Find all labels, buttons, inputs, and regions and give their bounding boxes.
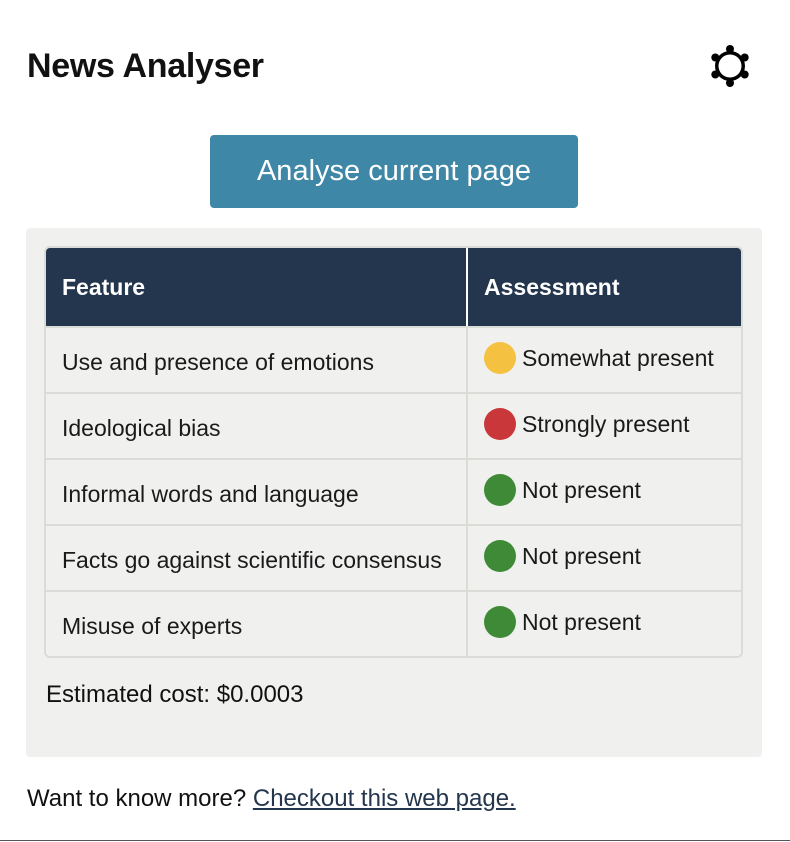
feature-cell: Ideological bias bbox=[46, 392, 468, 458]
gear-icon bbox=[708, 44, 752, 91]
status-dot-green bbox=[484, 540, 516, 572]
table-row: Use and presence of emotions Somewhat pr… bbox=[46, 326, 741, 392]
assessment-label: Not present bbox=[522, 476, 641, 503]
analyse-current-page-button[interactable]: Analyse current page bbox=[210, 135, 578, 208]
column-header-assessment: Assessment bbox=[468, 248, 741, 326]
status-dot-yellow bbox=[484, 342, 516, 374]
feature-cell: Use and presence of emotions bbox=[46, 326, 468, 392]
assessment-cell: Not present bbox=[468, 458, 741, 524]
column-header-feature: Feature bbox=[46, 248, 468, 326]
footer-prompt: Want to know more? bbox=[27, 785, 247, 812]
table-row: Misuse of experts Not present bbox=[46, 590, 741, 656]
status-dot-red bbox=[484, 408, 516, 440]
app-title: News Analyser bbox=[27, 47, 264, 85]
bottom-divider bbox=[0, 840, 790, 841]
table-row: Ideological bias Strongly present bbox=[46, 392, 741, 458]
footer: Want to know more? Checkout this web pag… bbox=[27, 785, 516, 813]
status-dot-green bbox=[484, 474, 516, 506]
news-analyser-popup: News Analyser Analyse current page Featu… bbox=[0, 0, 790, 842]
table-header-row: Feature Assessment bbox=[46, 248, 741, 326]
assessment-label: Not present bbox=[522, 608, 641, 635]
feature-cell: Informal words and language bbox=[46, 458, 468, 524]
status-dot-green bbox=[484, 606, 516, 638]
assessment-label: Strongly present bbox=[522, 410, 690, 437]
learn-more-link[interactable]: Checkout this web page. bbox=[253, 785, 516, 812]
assessment-label: Somewhat present bbox=[522, 344, 714, 371]
assessment-label: Not present bbox=[522, 542, 641, 569]
assessment-cell: Not present bbox=[468, 590, 741, 656]
table-row: Informal words and language Not present bbox=[46, 458, 741, 524]
assessment-cell: Not present bbox=[468, 524, 741, 590]
table-row: Facts go against scientific consensus No… bbox=[46, 524, 741, 590]
feature-cell: Facts go against scientific consensus bbox=[46, 524, 468, 590]
header: News Analyser bbox=[27, 44, 757, 94]
assessment-cell: Strongly present bbox=[468, 392, 741, 458]
settings-button[interactable] bbox=[707, 44, 753, 90]
estimated-cost: Estimated cost: $0.0003 bbox=[46, 681, 304, 708]
assessment-table: Feature Assessment Use and presence of e… bbox=[44, 246, 743, 658]
results-panel: Feature Assessment Use and presence of e… bbox=[26, 228, 762, 757]
feature-cell: Misuse of experts bbox=[46, 590, 468, 656]
assessment-cell: Somewhat present bbox=[468, 326, 741, 392]
